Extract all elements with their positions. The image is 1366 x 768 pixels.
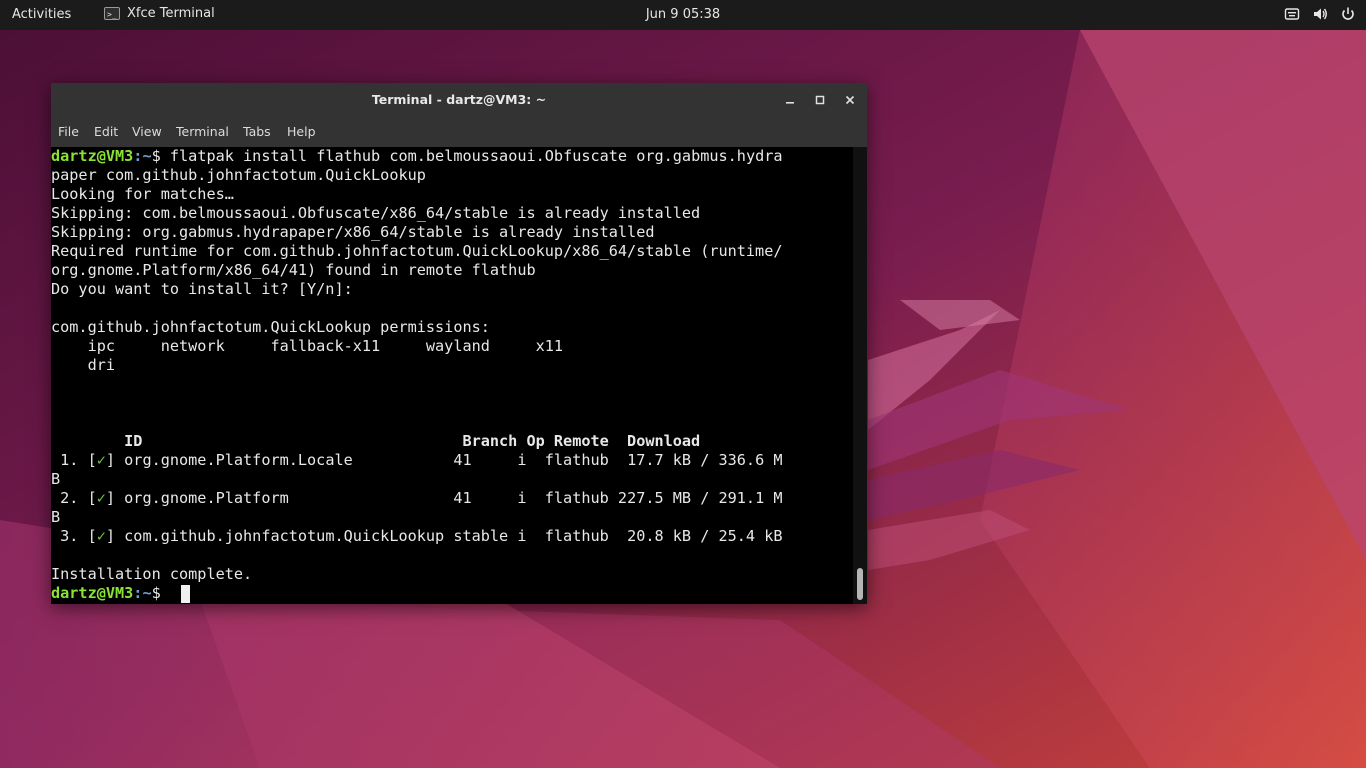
check-icon: ✓ (96, 489, 106, 507)
prompt-line: dartz@VM3:~$ (51, 584, 170, 603)
keyboard-icon[interactable] (1284, 6, 1300, 22)
prompt-symbol: $ (151, 147, 170, 165)
output-line: Skipping: com.belmoussaoui.Obfuscate/x86… (51, 204, 701, 222)
power-icon[interactable] (1340, 6, 1356, 22)
command-text: flatpak install flathub com.belmoussaoui… (169, 147, 783, 165)
menu-help[interactable]: Help (287, 124, 316, 139)
volume-icon[interactable] (1312, 6, 1328, 22)
scrollbar-thumb[interactable] (857, 568, 863, 600)
output-line: ipc network fallback-x11 wayland x11 (51, 337, 564, 355)
terminal-window[interactable]: Terminal - dartz@VM3: ~ File Edit View T… (51, 83, 867, 604)
text-cursor (181, 585, 190, 603)
prompt-user: dartz@VM3 (51, 584, 134, 602)
table-header: ID Branch Op Remote Download (51, 432, 701, 450)
table-row-wrap: B (51, 508, 61, 526)
window-titlebar[interactable]: Terminal - dartz@VM3: ~ (51, 83, 867, 117)
menu-bar: File Edit View Terminal Tabs Help (51, 117, 867, 147)
prompt-path: :~ (133, 147, 152, 165)
system-tray[interactable] (1284, 6, 1356, 22)
close-icon[interactable] (842, 92, 858, 108)
menu-view[interactable]: View (132, 124, 162, 139)
output-line: org.gnome.Platform/x86_64/41) found in r… (51, 261, 536, 279)
scrollbar[interactable] (853, 147, 867, 604)
prompt-path: :~ (133, 584, 152, 602)
window-title: Terminal - dartz@VM3: ~ (371, 92, 547, 107)
command-line: dartz@VM3:~$ flatpak install flathub com… (51, 147, 783, 166)
output-line: Required runtime for com.github.johnfact… (51, 242, 783, 260)
prompt-symbol: $ (151, 584, 170, 602)
menu-terminal[interactable]: Terminal (176, 124, 229, 139)
command-wrap: paper com.github.johnfactotum.QuickLooku… (51, 166, 426, 184)
menu-file[interactable]: File (58, 124, 79, 139)
output-line: Looking for matches… (51, 185, 234, 203)
menu-edit[interactable]: Edit (94, 124, 118, 139)
output-line: Do you want to install it? [Y/n]: (51, 280, 353, 298)
check-icon: ✓ (96, 527, 106, 545)
table-row-wrap: B (51, 470, 61, 488)
row-number: 3. [ (51, 527, 97, 545)
check-icon: ✓ (96, 451, 106, 469)
install-complete: Installation complete. (51, 565, 253, 583)
table-row: 2. [✓] org.gnome.Platform 41 i flathub 2… (51, 489, 783, 508)
table-row: 1. [✓] org.gnome.Platform.Locale 41 i fl… (51, 451, 783, 470)
row-number: 1. [ (51, 451, 97, 469)
row-number: 2. [ (51, 489, 97, 507)
table-row: 3. [✓] com.github.johnfactotum.QuickLook… (51, 527, 783, 546)
output-line: com.github.johnfactotum.QuickLookup perm… (51, 318, 490, 336)
menu-tabs[interactable]: Tabs (243, 124, 271, 139)
row-text: ] org.gnome.Platform 41 i flathub 227.5 … (105, 489, 783, 507)
output-line: Skipping: org.gabmus.hydrapaper/x86_64/s… (51, 223, 655, 241)
minimize-icon[interactable] (782, 92, 798, 108)
top-bar: Activities >_ Xfce Terminal Jun 9 05:38 (0, 0, 1366, 30)
row-text: ] org.gnome.Platform.Locale 41 i flathub… (105, 451, 783, 469)
terminal-output[interactable]: dartz@VM3:~$ flatpak install flathub com… (51, 147, 853, 604)
clock[interactable]: Jun 9 05:38 (0, 7, 1366, 22)
maximize-icon[interactable] (812, 92, 828, 108)
prompt-user: dartz@VM3 (51, 147, 134, 165)
output-line: dri (51, 356, 116, 374)
row-text: ] com.github.johnfactotum.QuickLookup st… (105, 527, 783, 545)
